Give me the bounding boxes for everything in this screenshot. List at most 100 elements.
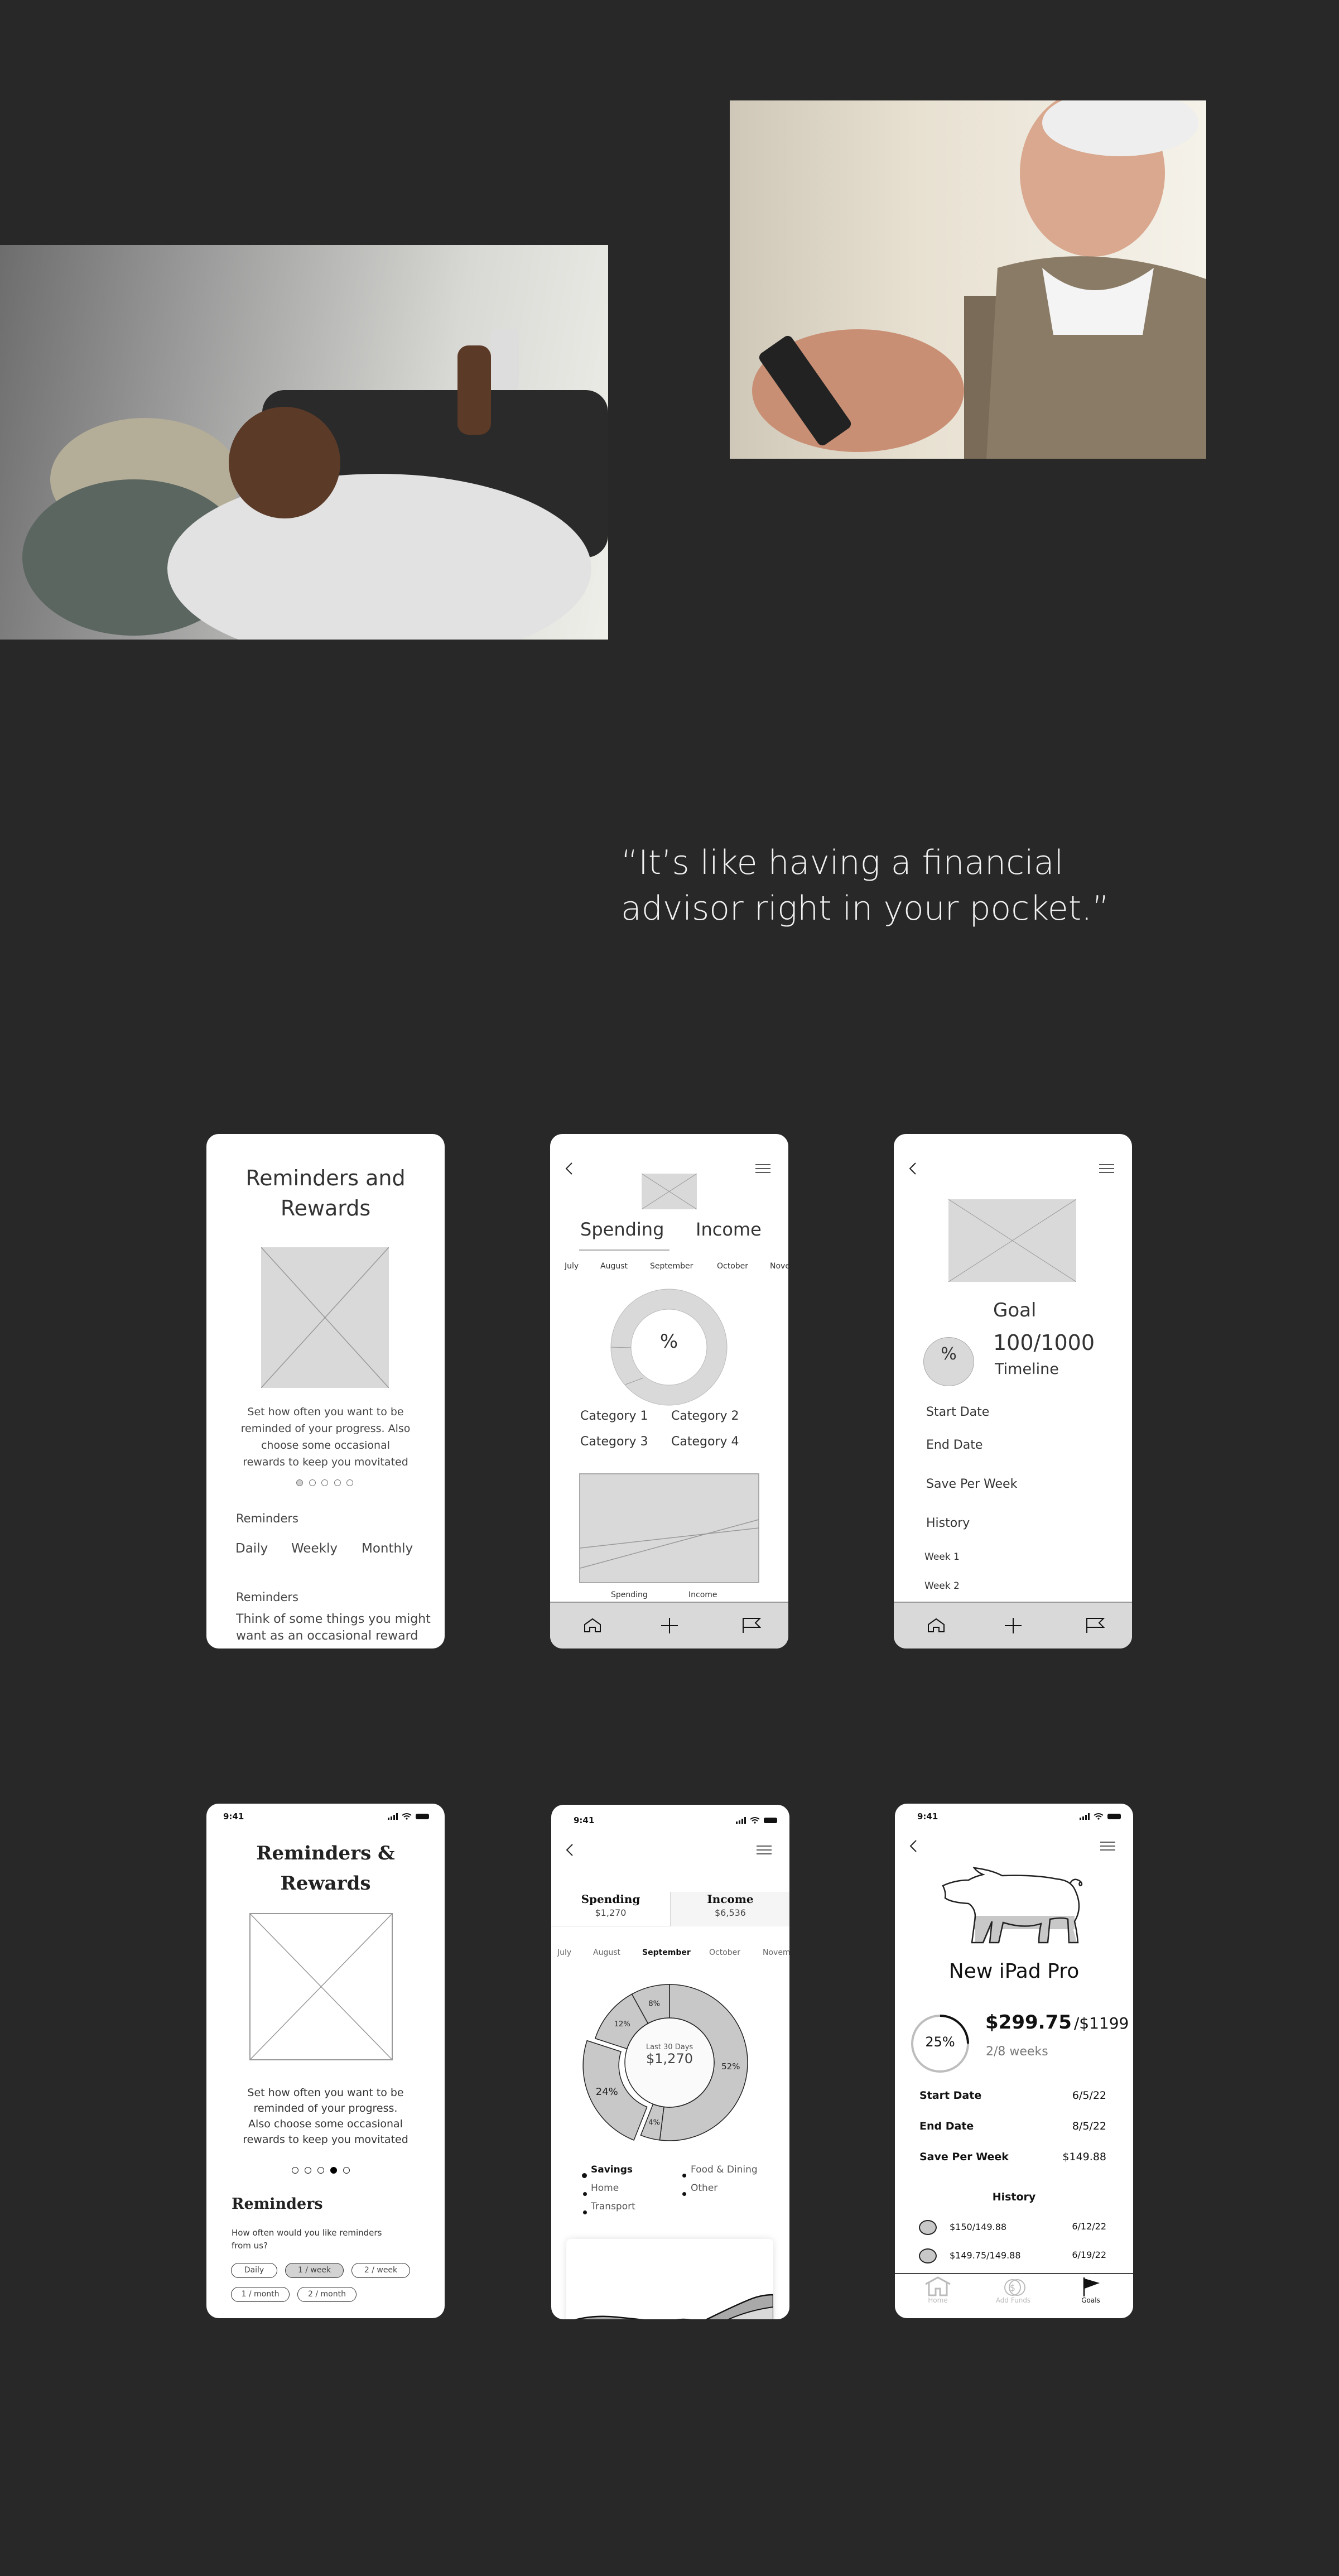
pager-dot[interactable] [321,1479,328,1486]
end-date-value: 8/5/22 [1072,2120,1106,2132]
home-icon[interactable] [584,1617,601,1633]
nav-home[interactable]: Home [916,2276,960,2304]
pager-dot[interactable] [309,1479,316,1486]
percent-circle: % [923,1337,974,1386]
svg-text:$: $ [1010,2282,1015,2293]
pager-dot[interactable] [334,1479,341,1486]
chip-2-month[interactable]: 2 / month [297,2287,357,2302]
lofi-spending-screen: Spending Income July August September Oc… [550,1134,788,1649]
save-per-week-label: Save Per Week [926,1477,1018,1491]
month-august[interactable]: August [600,1262,628,1271]
title-line-2: Rewards [280,1196,371,1220]
pager-dot[interactable] [317,2167,324,2174]
goal-label: Goal [993,1299,1037,1321]
rewards-text: Think of some things you might want as a… [236,1611,431,1645]
history-amount: $149.75/149.88 [950,2250,1021,2261]
chip-daily[interactable]: Daily [231,2263,277,2278]
end-date-label: End Date [926,1438,983,1452]
add-icon[interactable] [1004,1617,1022,1635]
percent-symbol: % [941,1344,957,1364]
chart-label-income: Income [688,1590,717,1599]
pager-dot[interactable] [305,2167,311,2174]
start-date-label: Start Date [919,2089,982,2102]
pager-dot[interactable] [292,2167,298,2174]
tab-income[interactable]: Income [696,1219,762,1240]
menu-icon[interactable] [1100,1841,1115,1851]
month-september[interactable]: September [650,1262,693,1271]
rewards-label: Reminders [236,1590,298,1604]
goal-progress: 100/1000 [993,1330,1095,1355]
history-week-2[interactable]: Week 2 [924,1580,960,1592]
pager-dot-active[interactable] [330,2167,337,2174]
tab-spending[interactable]: Spending [580,1219,664,1240]
legend-transport: Transport [591,2201,635,2212]
back-chevron-icon[interactable] [908,1162,917,1175]
flag-icon[interactable] [742,1617,761,1634]
legend-bullet [682,2174,686,2178]
month-november[interactable]: Nove [770,1262,788,1271]
screen-title: Reminders and Rewards [206,1163,445,1223]
tab-spending[interactable]: Spending $1,270 [551,1892,670,1927]
donut-center-percent: % [659,1330,678,1353]
rewards-text-line: want as an occasional reward [236,1629,418,1643]
month-september-selected[interactable]: September [642,1948,691,1957]
back-chevron-icon[interactable] [565,1843,574,1857]
description-line: rewards to keep you movitated [243,1456,408,1468]
month-july[interactable]: July [565,1262,579,1271]
category-4: Category 4 [671,1435,739,1449]
timeline-label: Timeline [995,1361,1059,1378]
legend-bullet [582,2173,587,2178]
option-monthly[interactable]: Monthly [362,1541,413,1556]
bottom-nav [894,1602,1132,1649]
home-icon[interactable] [927,1617,945,1633]
area-chart [574,2294,773,2319]
month-november[interactable]: Novem [763,1948,789,1957]
history-label: History [926,1516,970,1530]
nav-goals-active[interactable]: Goals [1068,2276,1113,2304]
goal-name: New iPad Pro [948,1960,1080,1983]
chip-1-week-selected[interactable]: 1 / week [285,2263,344,2278]
month-october[interactable]: October [717,1262,748,1271]
flag-icon[interactable] [1086,1617,1105,1634]
tab-spending-label: Spending [581,1892,640,1906]
add-icon[interactable] [661,1617,678,1635]
history-week-1[interactable]: Week 1 [924,1551,960,1563]
bottom-nav: Home $ Add Funds Goals [895,2273,1133,2318]
trend-card [566,2239,773,2319]
menu-icon[interactable] [755,1164,770,1174]
pager-dot[interactable] [346,1479,353,1486]
reminders-question: How often would you like reminders from … [232,2227,382,2252]
chip-1-month[interactable]: 1 / month [231,2287,290,2302]
history-status-circle [919,2220,937,2235]
menu-icon[interactable] [757,1845,772,1855]
back-chevron-icon[interactable] [909,1839,918,1853]
legend-savings: Savings [591,2164,633,2175]
option-weekly[interactable]: Weekly [291,1541,338,1556]
nav-add-funds[interactable]: $ Add Funds [988,2276,1038,2304]
history-title: History [992,2191,1036,2203]
nav-goals-label: Goals [1081,2296,1100,2304]
donut-center-label: Last 30 Days [646,2043,693,2051]
legend-other: Other [691,2183,718,2194]
chip-2-week[interactable]: 2 / week [351,2263,410,2278]
pager-dot-active[interactable] [296,1479,303,1486]
description-line: rewards to keep you movitated [243,2133,408,2146]
back-chevron-icon[interactable] [565,1162,574,1175]
legend-home: Home [591,2183,619,2194]
month-august[interactable]: August [593,1948,620,1957]
home-icon [925,2276,951,2296]
month-october[interactable]: October [709,1948,740,1957]
description-line: Set how often you want to be [247,2087,404,2099]
category-3: Category 3 [580,1435,648,1449]
category-2: Category 2 [671,1409,739,1423]
tab-income-amount: $6,536 [715,1907,746,1918]
goal-amounts: $299.75/$1199 [985,2011,1129,2034]
legend-bullet [682,2192,686,2196]
tab-income[interactable]: Income $6,536 [670,1892,789,1926]
donut-segment-label: 4% [648,2119,660,2127]
pager-dot[interactable] [343,2167,350,2174]
menu-icon[interactable] [1099,1164,1114,1174]
option-daily[interactable]: Daily [235,1541,268,1556]
month-july[interactable]: July [557,1948,571,1957]
history-status-circle [919,2248,937,2263]
